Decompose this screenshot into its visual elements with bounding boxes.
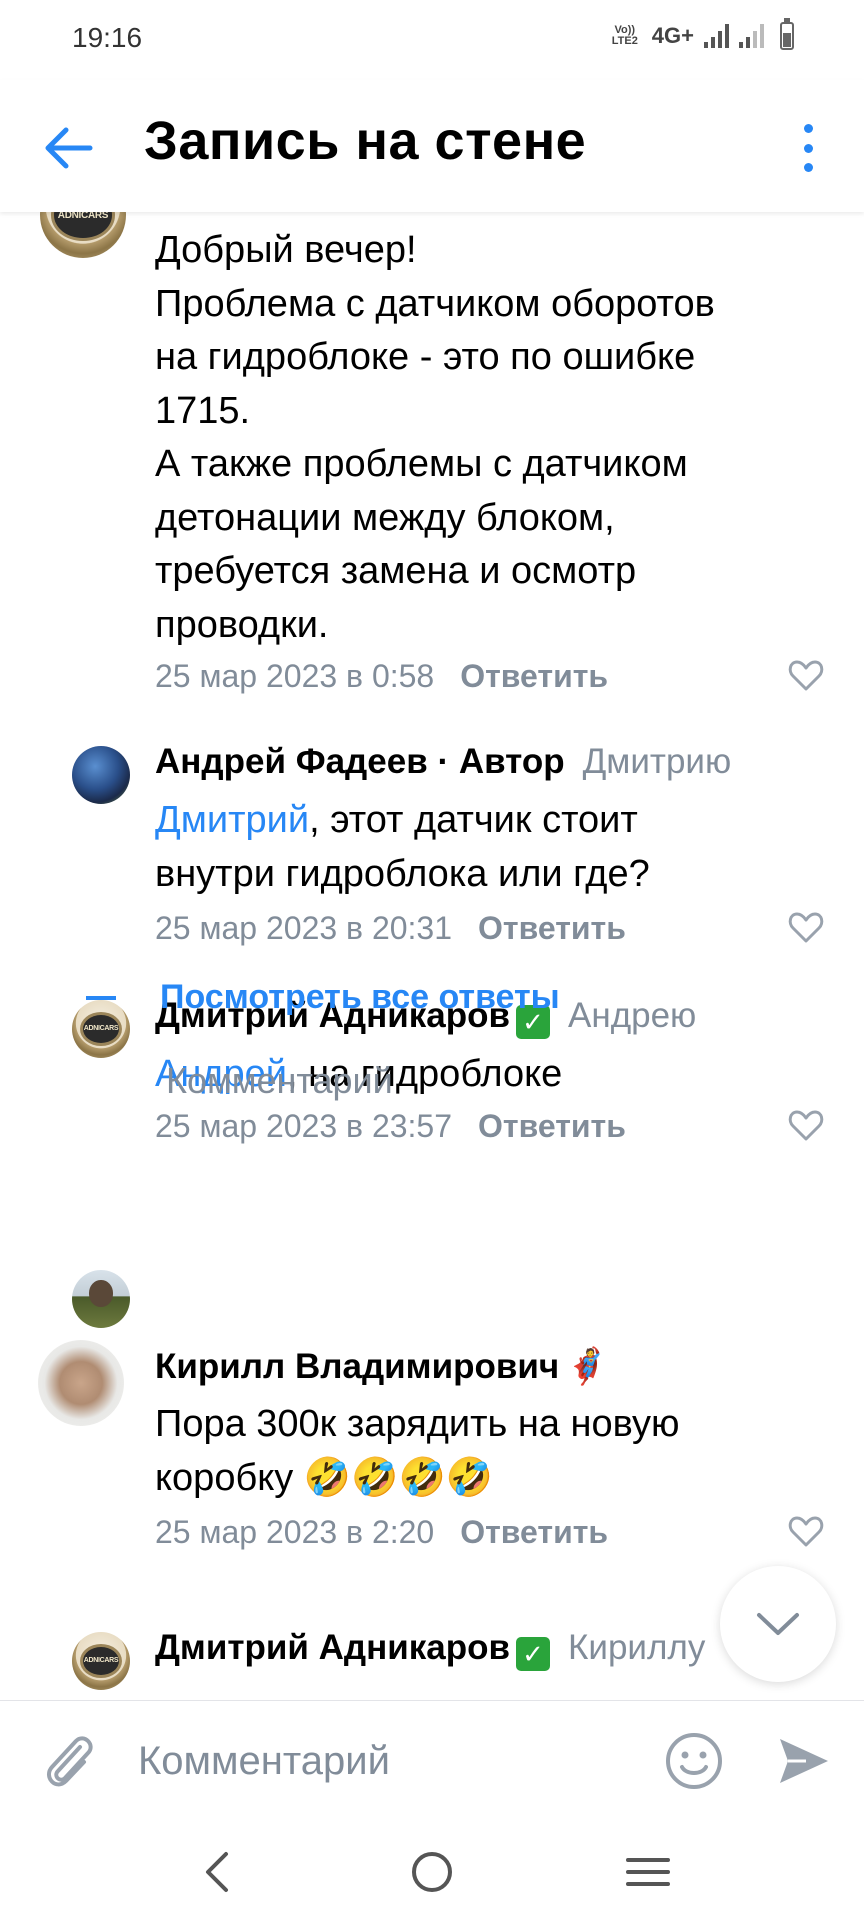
comment-composer <box>0 1700 864 1820</box>
comment-meta: 25 мар 2023 в 20:31 Ответить <box>155 910 626 947</box>
status-bar: 19:16 Vo)) LTE2 4G+ <box>0 0 864 80</box>
reply-comment-field[interactable]: Комментарий <box>166 1060 393 1102</box>
reply-button[interactable]: Ответить <box>478 910 626 946</box>
comment-author[interactable]: Дмитрий Адникаров ✓ Кириллу <box>155 1628 705 1671</box>
battery-icon <box>780 18 794 50</box>
chevron-left-icon <box>206 1852 228 1892</box>
avatar[interactable] <box>38 1340 124 1426</box>
show-all-replies-button[interactable]: Посмотреть все ответы <box>86 978 560 1017</box>
comment-meta: 25 мар 2023 в 23:57 Ответить <box>155 1108 626 1145</box>
author-emoji: 🦸 <box>565 1347 609 1386</box>
send-button[interactable] <box>776 1733 832 1789</box>
comment-date: 25 мар 2023 в 20:31 <box>155 910 453 946</box>
comment-date: 25 мар 2023 в 23:57 <box>155 1108 453 1144</box>
emoji-button[interactable] <box>664 1731 724 1791</box>
attach-button[interactable] <box>40 1729 100 1793</box>
heart-outline-icon[interactable] <box>788 658 824 692</box>
paperclip-icon <box>47 1736 93 1787</box>
page-title: Запись на стене <box>144 111 587 171</box>
send-icon <box>780 1739 828 1783</box>
comments-feed[interactable]: ADNICARS Добрый вечер! Проблема с датчик… <box>0 212 864 1700</box>
nav-back-button[interactable] <box>190 1844 246 1900</box>
nav-home-button[interactable] <box>404 1844 460 1900</box>
more-options-button[interactable] <box>788 118 828 178</box>
reply-button[interactable]: Ответить <box>460 658 608 694</box>
heart-outline-icon[interactable] <box>788 1108 824 1142</box>
app-header: Запись на стене <box>0 80 864 212</box>
comment-author[interactable]: Кирилл Владимирович 🦸 <box>155 1346 609 1387</box>
status-icons: Vo)) LTE2 4G+ <box>608 18 794 50</box>
heart-outline-icon[interactable] <box>788 1514 824 1548</box>
reply-to-label[interactable]: Дмитрию <box>583 742 732 781</box>
scroll-down-button[interactable] <box>720 1566 836 1682</box>
smiley-icon <box>666 1733 722 1789</box>
chevron-down-icon <box>757 1613 799 1635</box>
signal-icon <box>704 24 729 48</box>
reply-to-label[interactable]: Кириллу <box>568 1628 705 1667</box>
avatar[interactable]: ADNICARS <box>72 1632 130 1690</box>
heart-outline-icon[interactable] <box>788 910 824 944</box>
collapse-dash-icon <box>86 995 116 1000</box>
reply-to-label[interactable]: Андрею <box>568 996 696 1035</box>
status-time: 19:16 <box>72 22 143 53</box>
comment-text: Пора 300к зарядить на новую коробку 🤣🤣🤣🤣 <box>155 1403 680 1499</box>
comment-meta: 25 мар 2023 в 0:58 Ответить <box>155 658 608 695</box>
verified-icon: ✓ <box>516 1637 551 1671</box>
avatar[interactable]: ADNICARS <box>40 212 126 258</box>
comment-date: 25 мар 2023 в 2:20 <box>155 1514 435 1550</box>
comment-meta: 25 мар 2023 в 2:20 Ответить <box>155 1514 608 1551</box>
comment-text: Добрый вечер! Проблема с датчиком оборот… <box>155 229 715 646</box>
network-type: 4G+ <box>651 23 694 48</box>
reply-button[interactable]: Ответить <box>478 1108 626 1144</box>
system-nav-bar <box>0 1820 864 1920</box>
arrow-left-icon <box>45 127 93 169</box>
comment-date: 25 мар 2023 в 0:58 <box>155 658 435 694</box>
comment-text: Дмитрий, этот датчик стоит внутри гидроб… <box>155 799 650 895</box>
signal-2-icon <box>739 24 764 48</box>
my-avatar <box>72 1270 130 1328</box>
comment-input[interactable] <box>138 1731 638 1791</box>
vertical-dots-icon <box>803 124 813 133</box>
circle-home-icon <box>412 1852 452 1892</box>
mention-link[interactable]: Дмитрий <box>155 799 309 841</box>
comment-author[interactable]: Андрей Фадеев · Автор Дмитрию <box>155 742 731 782</box>
recent-apps-icon <box>626 1858 670 1886</box>
reply-button[interactable]: Ответить <box>460 1514 608 1550</box>
nav-recents-button[interactable] <box>620 1844 676 1900</box>
avatar[interactable] <box>72 746 130 804</box>
volte-indicator: Vo)) LTE2 <box>611 24 638 47</box>
back-button[interactable] <box>40 120 96 176</box>
